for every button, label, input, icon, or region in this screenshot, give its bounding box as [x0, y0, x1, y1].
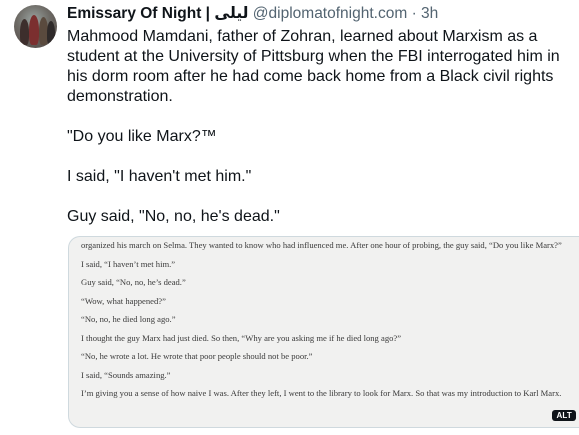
- avatar-figure: [20, 19, 29, 45]
- image-text-line: Guy said, “No, no, he’s dead.”: [81, 277, 186, 287]
- image-text-line: “No, he wrote a lot. He wrote that poor …: [81, 351, 313, 361]
- post-header: Emissary Of Night | ليلى @diplomatofnigh…: [67, 3, 438, 25]
- image-text-line: “Wow, what happened?”: [81, 295, 166, 306]
- post: Emissary Of Night | ليلى @diplomatofnigh…: [0, 0, 579, 435]
- post-body: Mahmood Mamdani, father of Zohran, learn…: [67, 27, 572, 247]
- avatar-figure: [47, 21, 55, 45]
- author-display-name[interactable]: Emissary Of Night | ليلى: [67, 5, 248, 22]
- post-paragraph: Guy said, "No, no, he's dead.": [67, 208, 280, 225]
- image-text-line: I’m giving you a sense of how naive I wa…: [81, 388, 562, 398]
- post-paragraph: "Do you like Marx?™: [67, 128, 217, 145]
- post-image[interactable]: organized his march on Selma. They wante…: [68, 236, 579, 428]
- avatar-figure: [29, 15, 39, 45]
- post-paragraph: I said, "I haven't met him.": [67, 168, 252, 185]
- image-text-line: organized his march on Selma. They wante…: [81, 240, 562, 250]
- author-handle[interactable]: @diplomatofnight.com: [253, 5, 407, 22]
- post-paragraph: Mahmood Mamdani, father of Zohran, learn…: [67, 28, 560, 105]
- avatar[interactable]: [14, 5, 57, 48]
- image-text-line: I said, “Sounds amazing.”: [81, 369, 171, 380]
- post-timestamp[interactable]: 3h: [421, 5, 438, 22]
- alt-text-badge[interactable]: ALT: [552, 410, 576, 421]
- image-text-line: I said, “I haven’t met him.”: [81, 258, 176, 269]
- image-text-line: “No, no, he died long ago.”: [81, 314, 176, 324]
- image-text-excerpt: organized his march on Selma. They wante…: [81, 241, 567, 408]
- separator-dot: ·: [411, 5, 417, 22]
- image-text-line: I thought the guy Marx had just died. So…: [81, 332, 402, 343]
